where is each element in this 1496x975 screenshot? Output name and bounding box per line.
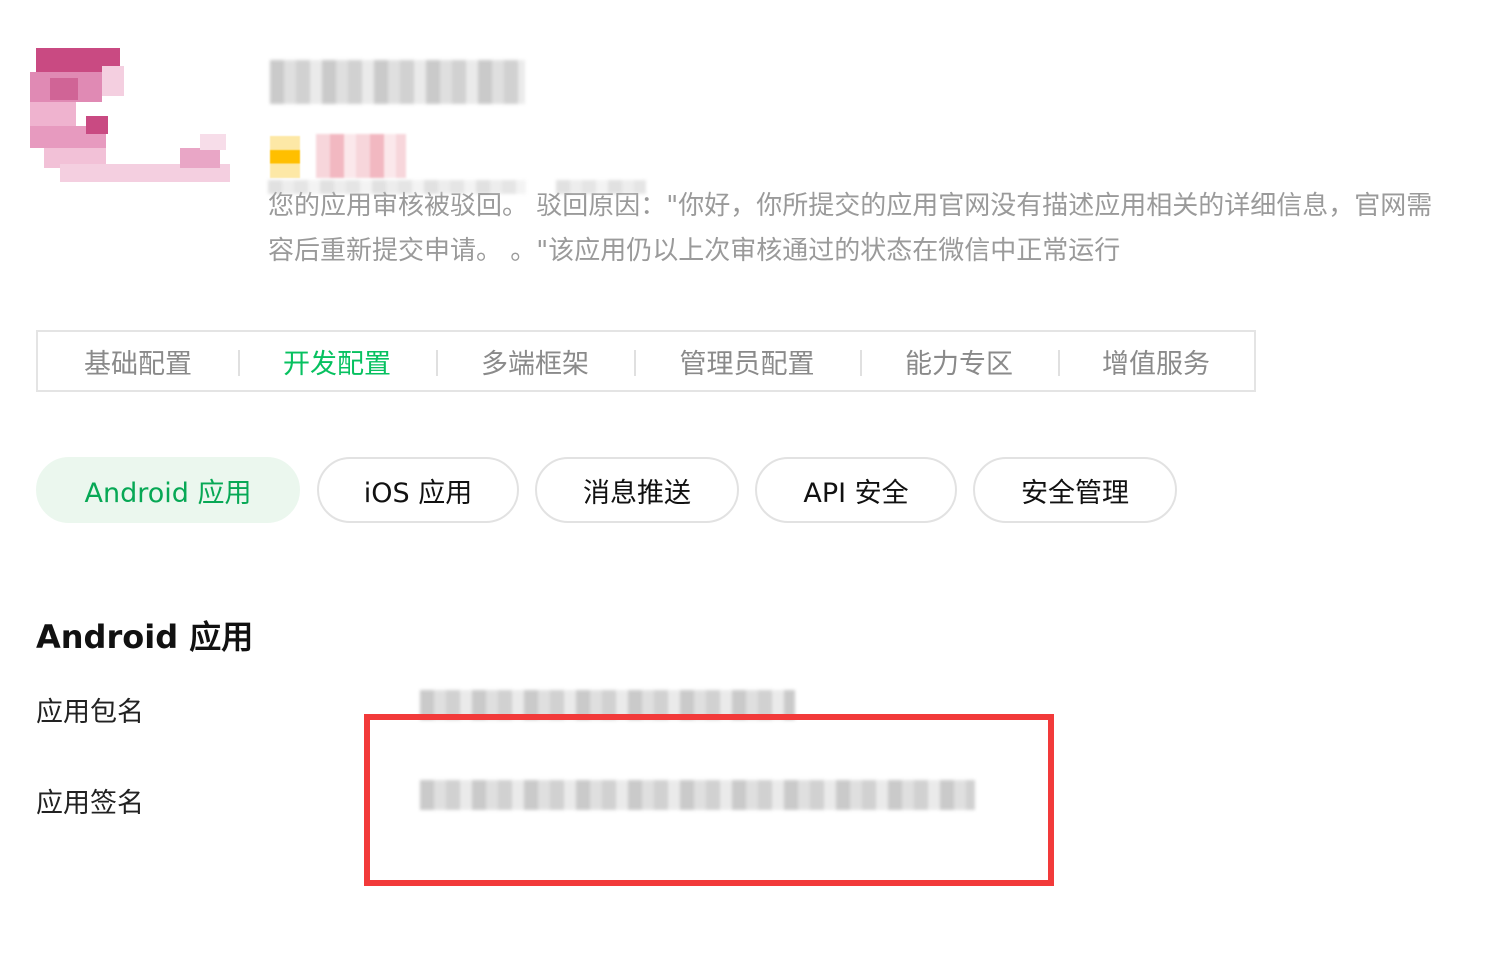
reject-reason-line-2: 容后重新提交申请。 。"该应用仍以上次审核通过的状态在微信中正常运行 <box>268 236 1121 266</box>
signature-label: 应用签名 <box>36 788 144 819</box>
status-badge <box>316 134 406 178</box>
subtab-ios[interactable]: iOS 应用 <box>317 457 519 523</box>
tab-multi-framework[interactable]: 多端框架 <box>436 332 634 390</box>
section-title: Android 应用 <box>36 618 254 656</box>
reject-message-blur <box>268 180 526 194</box>
package-name-label: 应用包名 <box>36 697 144 728</box>
reject-message-blur-2 <box>556 180 646 194</box>
reject-reason-text: 您的应用审核被驳回。 驳回原因："你好，你所提交的应用官网没有描述应用相关的详细… <box>268 184 1496 274</box>
subtab-push[interactable]: 消息推送 <box>535 457 739 523</box>
tab-admin-config[interactable]: 管理员配置 <box>634 332 860 390</box>
tab-dev-config[interactable]: 开发配置 <box>238 332 436 390</box>
app-logo-icon <box>30 48 230 182</box>
tab-value-added[interactable]: 增值服务 <box>1058 332 1254 390</box>
subtab-android[interactable]: Android 应用 <box>36 457 300 523</box>
tab-basic-config[interactable]: 基础配置 <box>38 332 238 390</box>
status-icon <box>270 136 300 178</box>
app-settings-page: 您的应用审核被驳回。 驳回原因："你好，你所提交的应用官网没有描述应用相关的详细… <box>0 0 1496 975</box>
highlight-annotation-box <box>364 714 1054 886</box>
subtab-security-management[interactable]: 安全管理 <box>973 457 1177 523</box>
app-name <box>270 60 525 104</box>
subtab-api-security[interactable]: API 安全 <box>755 457 957 523</box>
main-tab-bar: 基础配置 开发配置 多端框架 管理员配置 能力专区 增值服务 <box>36 330 1256 392</box>
tab-capabilities[interactable]: 能力专区 <box>860 332 1058 390</box>
